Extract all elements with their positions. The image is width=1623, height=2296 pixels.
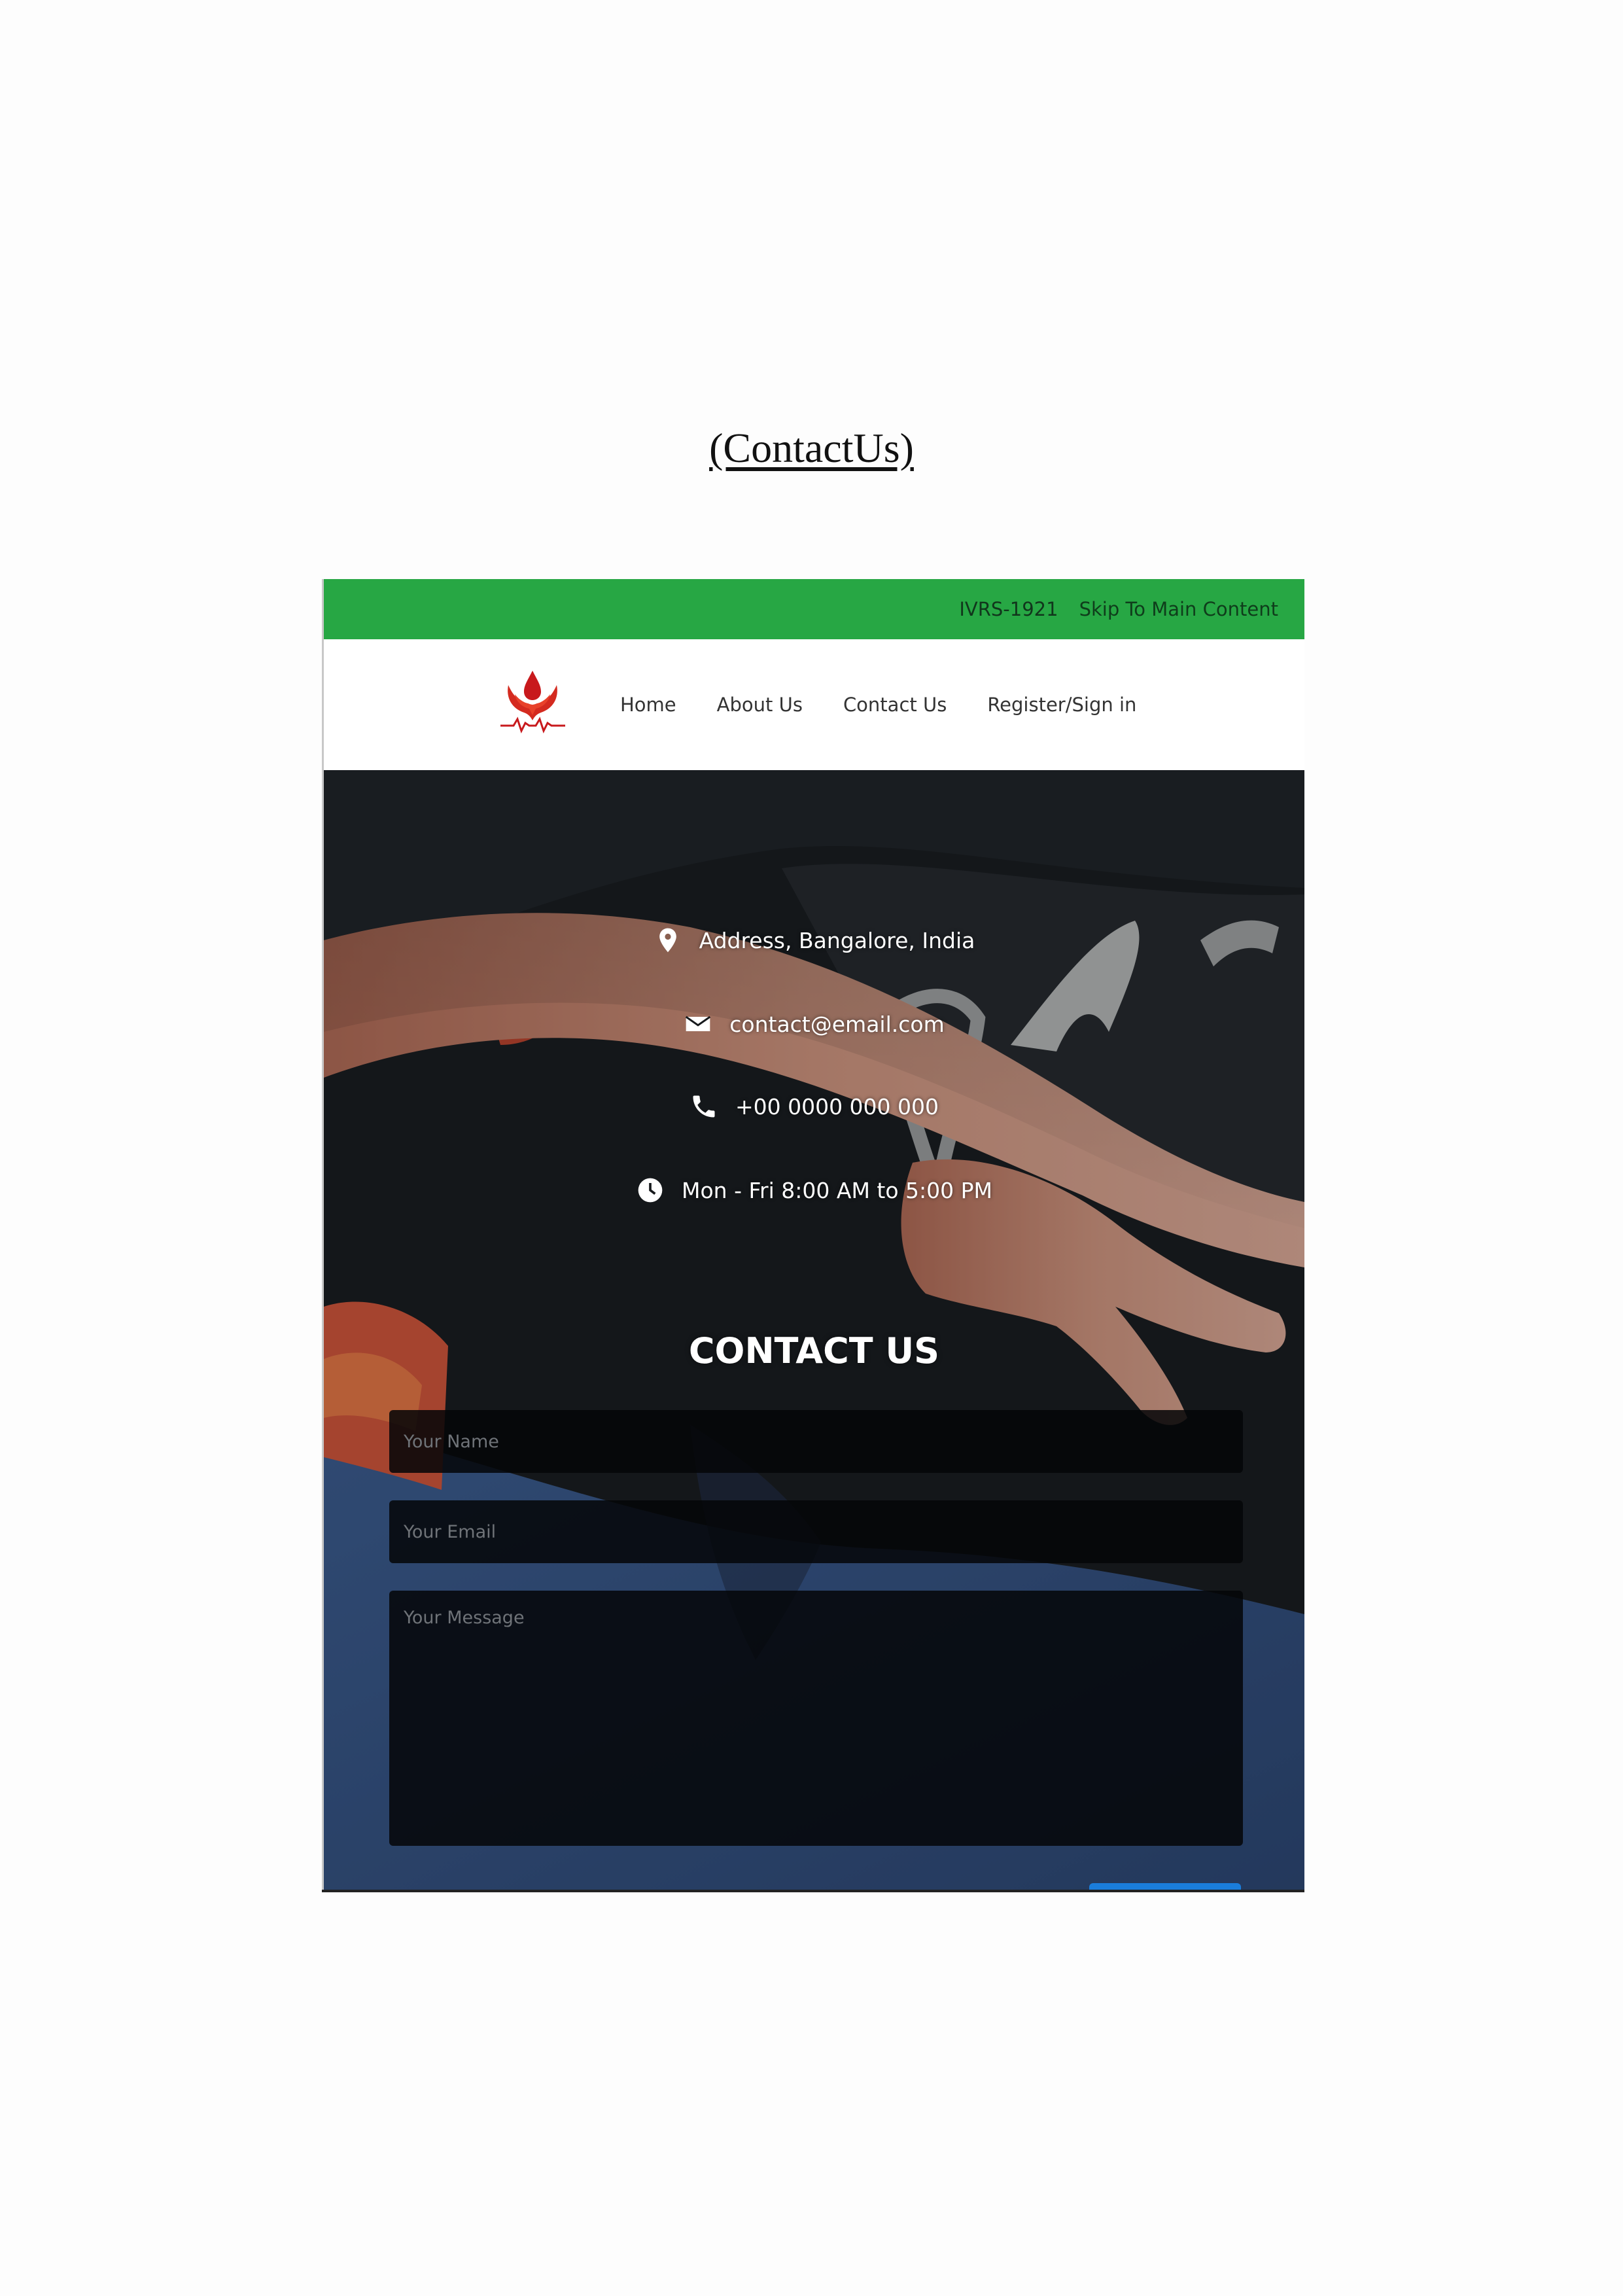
message-placeholder: Your Message <box>404 1608 525 1628</box>
map-marker-icon <box>654 926 682 955</box>
name-placeholder: Your Name <box>404 1431 499 1452</box>
website-screenshot: IVRS-1921 Skip To Main Content Home Abou… <box>324 579 1304 1890</box>
clock-icon <box>636 1176 665 1205</box>
document-title: (ContactUs) <box>709 425 914 471</box>
nav-contact-us[interactable]: Contact Us <box>843 694 947 716</box>
envelope-icon <box>684 1010 712 1038</box>
hours-text: Mon - Fri 8:00 AM to 5:00 PM <box>682 1177 992 1203</box>
hours-row: Mon - Fri 8:00 AM to 5:00 PM <box>324 1176 1304 1205</box>
screenshot-border-bottom <box>322 1890 1304 1892</box>
site-logo[interactable] <box>495 665 570 741</box>
message-textarea[interactable]: Your Message <box>389 1591 1243 1846</box>
phone-text[interactable]: +00 0000 000 000 <box>735 1094 939 1120</box>
contact-us-heading: CONTACT US <box>688 1330 940 1371</box>
navbar: Home About Us Contact Us Register/Sign i… <box>324 639 1304 770</box>
ivrs-number: IVRS-1921 <box>959 598 1058 620</box>
nav-links: Home About Us Contact Us Register/Sign i… <box>620 639 1177 770</box>
address-text: Address, Bangalore, India <box>699 927 975 953</box>
phone-row: +00 0000 000 000 <box>324 1092 1304 1121</box>
nav-about-us[interactable]: About Us <box>717 694 803 716</box>
top-bar: IVRS-1921 Skip To Main Content <box>324 579 1304 639</box>
nav-register-sign-in[interactable]: Register/Sign in <box>987 694 1136 716</box>
nav-home[interactable]: Home <box>620 694 676 716</box>
name-input[interactable]: Your Name <box>389 1410 1243 1473</box>
email-text[interactable]: contact@email.com <box>729 1012 944 1037</box>
contact-hero-section: Address, Bangalore, India contact@email.… <box>324 770 1304 1890</box>
email-row: contact@email.com <box>324 1010 1304 1038</box>
skip-to-main-content-link[interactable]: Skip To Main Content <box>1079 598 1278 620</box>
submit-button[interactable] <box>1089 1883 1241 1890</box>
email-input[interactable]: Your Email <box>389 1500 1243 1563</box>
phone-icon <box>689 1092 718 1121</box>
email-placeholder: Your Email <box>404 1521 497 1542</box>
address-row: Address, Bangalore, India <box>324 926 1304 955</box>
